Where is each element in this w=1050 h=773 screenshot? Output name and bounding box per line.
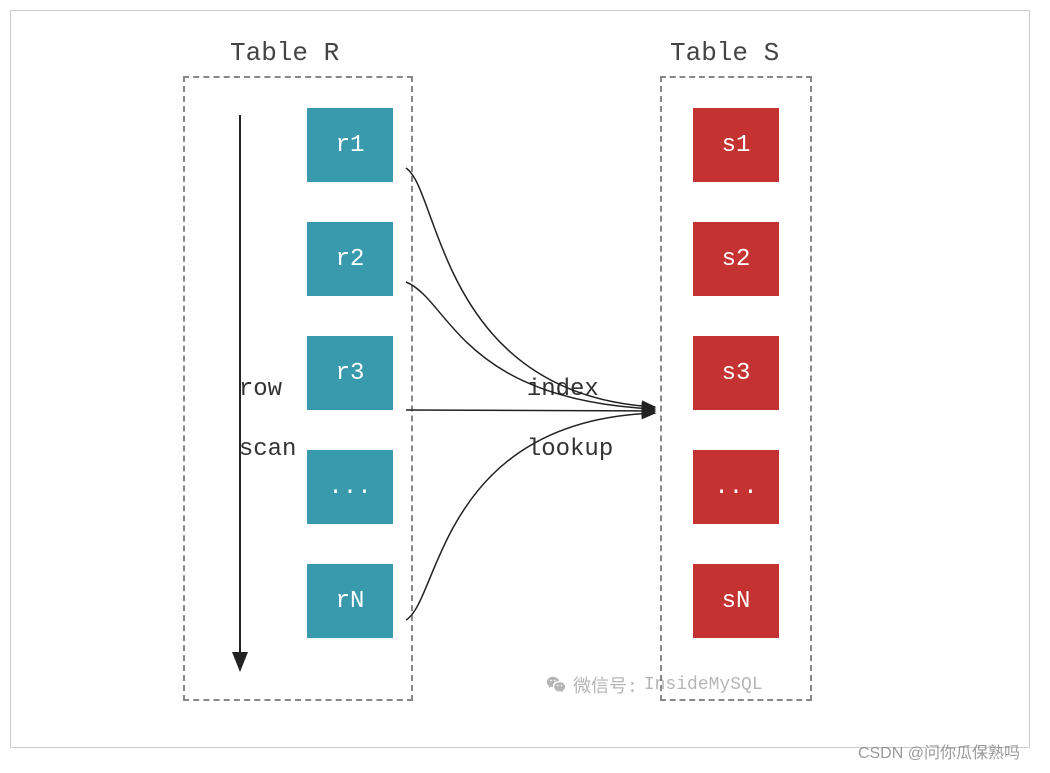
table-r-title: Table R [230, 38, 339, 68]
row-scan-label: row scan [210, 345, 296, 465]
wechat-watermark: 微信号: InsideMySQL [545, 672, 763, 698]
table-s-title: Table S [670, 38, 779, 68]
table-r-row: r1 [307, 108, 393, 182]
table-s-row: ... [693, 450, 779, 524]
index-lookup-line2: lookup [527, 436, 613, 463]
table-r-row: ... [307, 450, 393, 524]
table-s-row: s1 [693, 108, 779, 182]
table-r-row: rN [307, 564, 393, 638]
table-r-row: r2 [307, 222, 393, 296]
table-s-row: s2 [693, 222, 779, 296]
wechat-account: InsideMySQL [644, 675, 763, 695]
csdn-author: @问你瓜保熟吗 [908, 745, 1020, 762]
table-s-row: s3 [693, 336, 779, 410]
row-scan-line2: scan [239, 436, 297, 463]
index-lookup-label: index lookup [498, 345, 613, 465]
wechat-icon [545, 674, 567, 696]
csdn-prefix: CSDN [858, 745, 903, 762]
table-r-row: r3 [307, 336, 393, 410]
table-s-row: sN [693, 564, 779, 638]
table-s-box: s1 s2 s3 ... sN [660, 76, 812, 701]
index-lookup-line1: index [527, 376, 599, 403]
row-scan-line1: row [239, 376, 282, 403]
csdn-watermark: CSDN @问你瓜保熟吗 [858, 739, 1020, 763]
wechat-prefix: 微信号: [573, 672, 638, 698]
